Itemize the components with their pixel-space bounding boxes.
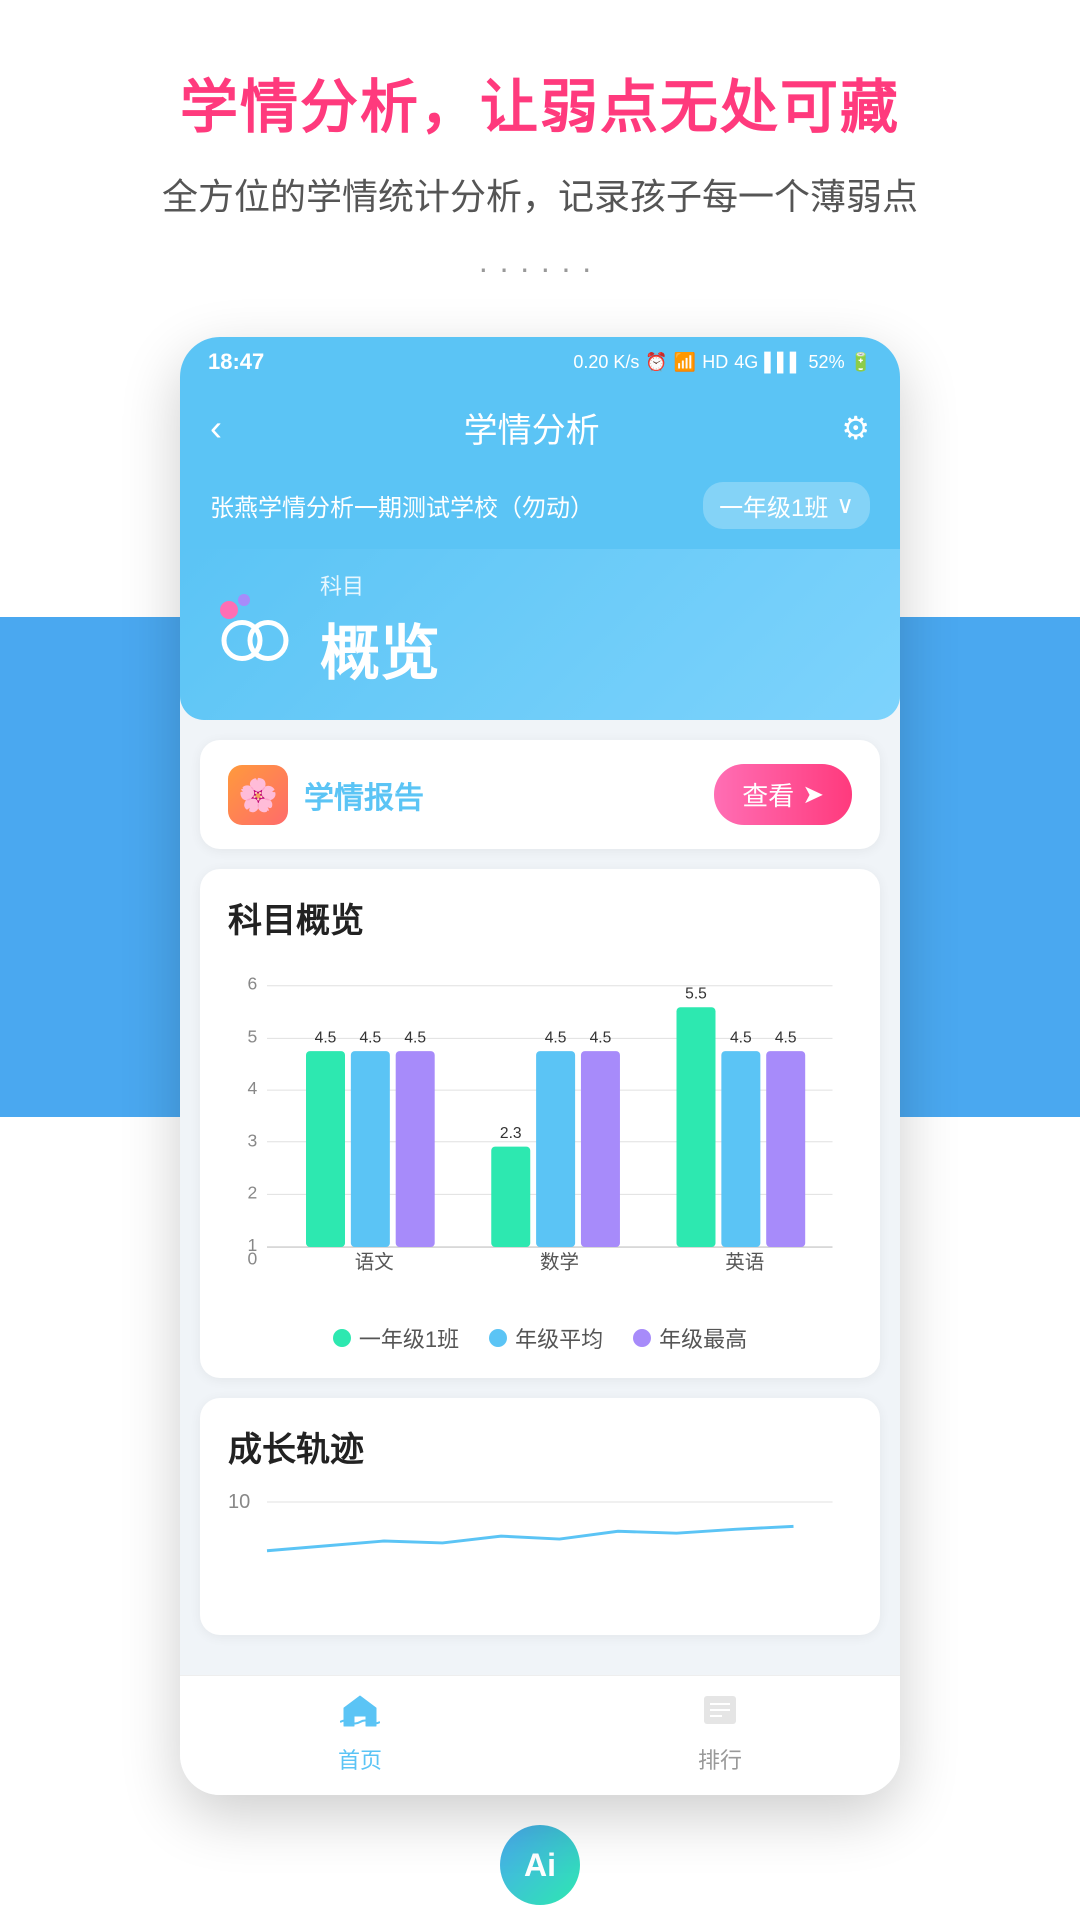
- svg-text:4.5: 4.5: [590, 1029, 612, 1046]
- chart-container: 6 5 4 3 2 1 0 4.5: [228, 962, 852, 1302]
- nav-title: 学情分析: [464, 403, 600, 452]
- legend-label-grade-avg: 年级平均: [515, 1322, 603, 1354]
- class-name: 一年级1班: [719, 488, 828, 523]
- page-title: 学情分析，让弱点无处可藏: [40, 60, 1040, 144]
- bar-chart: 6 5 4 3 2 1 0 4.5: [228, 962, 852, 1302]
- chart-legend: 一年级1班 年级平均 年级最高: [228, 1322, 852, 1354]
- dropdown-icon: ∨: [836, 491, 854, 520]
- legend-class1: 一年级1班: [333, 1322, 459, 1354]
- legend-dot-grade-max: [633, 1329, 651, 1347]
- svg-text:4.5: 4.5: [545, 1029, 567, 1046]
- svg-text:6: 6: [247, 974, 257, 994]
- school-bar: 张燕学情分析一期测试学校（勿动） 一年级1班 ∨: [180, 472, 900, 549]
- blue-bg-left: [0, 617, 200, 1117]
- svg-text:4.5: 4.5: [404, 1029, 426, 1046]
- svg-text:2: 2: [247, 1182, 257, 1202]
- school-name: 张燕学情分析一期测试学校（勿动）: [210, 488, 594, 523]
- rank-icon: [700, 1692, 740, 1737]
- svg-text:2.3: 2.3: [500, 1125, 522, 1142]
- report-left: 🌸 学情报告: [228, 765, 424, 825]
- class-selector[interactable]: 一年级1班 ∨: [703, 482, 870, 529]
- svg-text:英语: 英语: [725, 1252, 764, 1274]
- growth-section: 成长轨迹 10: [200, 1398, 880, 1635]
- legend-grade-avg: 年级平均: [489, 1322, 603, 1354]
- battery-label: 52% 🔋: [809, 352, 872, 373]
- network-4g: 4G: [734, 352, 758, 373]
- home-icon: [340, 1692, 380, 1737]
- subject-icon-wrapper: [210, 586, 300, 676]
- svg-text:3: 3: [247, 1131, 257, 1151]
- flower-icon: 🌸: [228, 765, 288, 825]
- subject-card[interactable]: 科目 概览: [180, 549, 900, 720]
- legend-grade-max: 年级最高: [633, 1322, 747, 1354]
- dot2: [238, 594, 250, 606]
- subject-overview-title: 科目概览: [228, 893, 852, 942]
- alarm-icon: ⏰: [645, 352, 667, 373]
- report-title: 学情报告: [304, 773, 424, 817]
- svg-text:4.5: 4.5: [775, 1029, 797, 1046]
- ai-badge: Ai: [500, 1825, 580, 1905]
- dots: ······: [40, 250, 1040, 287]
- subject-label-small: 科目: [320, 569, 440, 601]
- svg-text:4.5: 4.5: [730, 1029, 752, 1046]
- nav-item-home[interactable]: 首页: [338, 1692, 382, 1775]
- growth-y-label: 10: [228, 1491, 250, 1514]
- legend-label-grade-max: 年级最高: [659, 1322, 747, 1354]
- subject-label-big: 概览: [320, 605, 440, 692]
- hd-label: HD: [702, 352, 728, 373]
- phone-wrapper: 18:47 0.20 K/s ⏰ 📶 HD 4G ▌▌▌ 52% 🔋 ‹ 学情分…: [0, 337, 1080, 1795]
- svg-text:5.5: 5.5: [685, 985, 707, 1002]
- view-button[interactable]: 查看 ➤: [714, 764, 852, 825]
- legend-dot-class1: [333, 1329, 351, 1347]
- growth-chart-svg: [228, 1491, 852, 1591]
- legend-label-class1: 一年级1班: [359, 1322, 459, 1354]
- bottom-nav: 首页 排行: [180, 1675, 900, 1795]
- back-button[interactable]: ‹: [210, 407, 222, 449]
- growth-title: 成长轨迹: [228, 1422, 852, 1471]
- svg-text:4.5: 4.5: [315, 1029, 337, 1046]
- nav-label-home: 首页: [338, 1743, 382, 1775]
- subject-overview-section: 科目概览 6 5 4 3 2: [200, 869, 880, 1378]
- nav-bar: ‹ 学情分析 ⚙: [180, 387, 900, 472]
- svg-text:数学: 数学: [540, 1252, 579, 1274]
- status-time: 18:47: [208, 349, 264, 375]
- svg-text:0: 0: [247, 1249, 257, 1269]
- svg-text:4.5: 4.5: [360, 1029, 382, 1046]
- status-bar: 18:47 0.20 K/s ⏰ 📶 HD 4G ▌▌▌ 52% 🔋: [180, 337, 900, 387]
- subject-label-block: 科目 概览: [320, 569, 440, 692]
- status-icons: 0.20 K/s ⏰ 📶 HD 4G ▌▌▌ 52% 🔋: [573, 352, 872, 373]
- nav-label-rank: 排行: [698, 1743, 742, 1775]
- nav-item-rank[interactable]: 排行: [698, 1692, 742, 1775]
- phone-frame: 18:47 0.20 K/s ⏰ 📶 HD 4G ▌▌▌ 52% 🔋 ‹ 学情分…: [180, 337, 900, 1795]
- infinity-icon: [210, 616, 300, 666]
- report-card: 🌸 学情报告 查看 ➤: [200, 740, 880, 849]
- page-subtitle: 全方位的学情统计分析，记录孩子每一个薄弱点: [40, 168, 1040, 220]
- ai-label: Ai: [524, 1847, 556, 1884]
- signal-bars: ▌▌▌: [764, 352, 802, 373]
- settings-icon[interactable]: ⚙: [841, 409, 870, 447]
- signal-text: 0.20 K/s: [573, 352, 639, 373]
- blue-bg-right: [880, 617, 1080, 1117]
- svg-text:语文: 语文: [355, 1252, 394, 1274]
- svg-text:5: 5: [247, 1026, 257, 1046]
- arrow-icon: ➤: [802, 779, 824, 810]
- legend-dot-grade-avg: [489, 1329, 507, 1347]
- view-label: 查看: [742, 776, 794, 813]
- page-top: 学情分析，让弱点无处可藏 全方位的学情统计分析，记录孩子每一个薄弱点 ·····…: [0, 0, 1080, 337]
- wifi-icon: 📶: [674, 352, 696, 373]
- content-area: 🌸 学情报告 查看 ➤ 科目概览: [180, 720, 900, 1675]
- svg-text:4: 4: [247, 1078, 257, 1098]
- growth-chart-partial: 10: [228, 1491, 852, 1611]
